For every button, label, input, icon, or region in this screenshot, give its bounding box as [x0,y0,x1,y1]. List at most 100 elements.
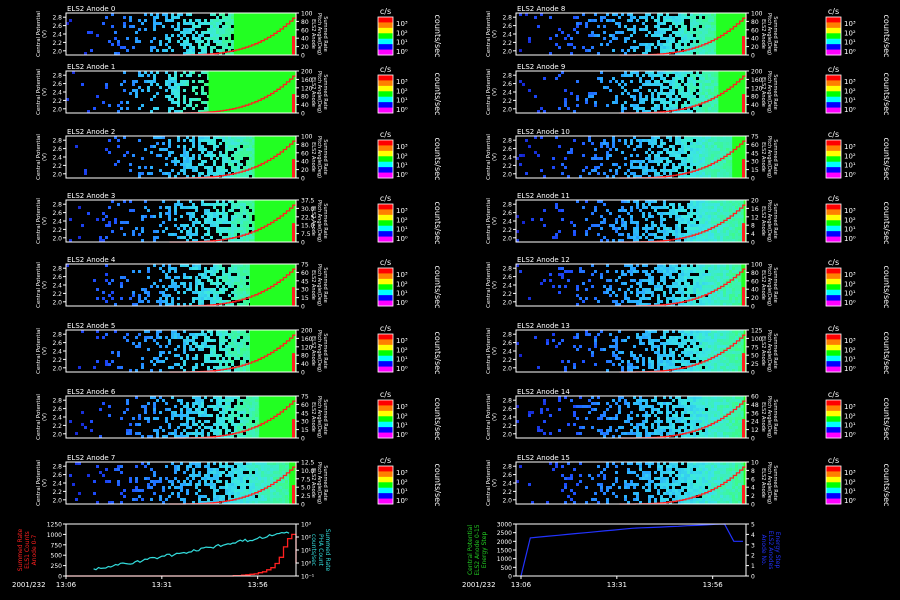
heatmap-cell [156,399,159,402]
heatmap-cell [738,345,741,348]
heatmap-cell [228,402,231,405]
heatmap-cell [612,101,615,104]
heatmap-cell [732,300,735,303]
heatmap-cell [735,297,738,300]
heatmap-cell [699,98,702,101]
heatmap-cell [159,291,162,294]
heatmap-cell [672,206,675,209]
heatmap-cell [705,77,708,80]
heatmap-cell [189,31,192,34]
heatmap-cell [216,157,219,160]
heatmap-cell [684,279,687,282]
heatmap-cell [228,414,231,417]
colorbar-9 [825,74,842,114]
heatmap-cell [198,345,201,348]
heatmap-cell [138,139,141,142]
heatmap-cell [594,104,597,107]
heatmap-cell [207,230,210,233]
heatmap-cell [216,221,219,224]
heatmap-cell [687,80,690,83]
heatmap-cell [126,37,129,40]
heatmap-cell [738,351,741,354]
heatmap-cell [618,16,621,19]
heatmap-cell [693,98,696,101]
colorbar-12 [825,267,842,307]
heatmap-cell [255,420,258,423]
heatmap-cell [561,218,564,221]
heatmap-cell [669,25,672,28]
heatmap-cell [159,360,162,363]
heatmap-cell [726,288,729,291]
heatmap-cell [552,166,555,169]
heatmap-cell [648,154,651,157]
heatmap-cell [648,282,651,285]
heatmap-cell [642,28,645,31]
heatmap-cell [684,43,687,46]
heatmap-cell [651,366,654,369]
heatmap-cell [171,282,174,285]
heatmap-cell [153,28,156,31]
heatmap-cell [231,28,234,31]
heatmap-cell [699,154,702,157]
heatmap-cell [684,215,687,218]
heatmap-cell [711,142,714,145]
heatmap-cell [690,160,693,163]
heatmap-cell [675,279,678,282]
heatmap-cell [657,270,660,273]
colorbar-unit: c/s [380,324,391,333]
heatmap-cell [699,342,702,345]
heatmap-cell [102,101,105,104]
heatmap-cell [699,288,702,291]
heatmap-cell [222,34,225,37]
heatmap-cell [243,145,246,148]
heatmap-cell [684,297,687,300]
heatmap-cell [210,236,213,239]
heatmap-cell [573,16,576,19]
heatmap-cell [702,218,705,221]
heatmap-cell [699,151,702,154]
heatmap-cell [684,142,687,145]
heatmap-cell [618,166,621,169]
heatmap-cell [174,16,177,19]
heatmap-cell [684,282,687,285]
heatmap-cell [660,360,663,363]
heatmap-cell [147,89,150,92]
heatmap-cell [225,25,228,28]
heatmap-cell [222,399,225,402]
heatmap-cell [177,203,180,206]
heatmap-cell [678,151,681,154]
heatmap-cell [732,363,735,366]
heatmap-cell [732,270,735,273]
heatmap-cell [591,169,594,172]
heatmap-cell [570,43,573,46]
heatmap-cell [633,354,636,357]
heatmap-cell [183,19,186,22]
heatmap-cell [573,363,576,366]
heatmap-cell [657,92,660,95]
colorbar-tick: 10³ [396,207,408,215]
heatmap-cell [702,345,705,348]
heatmap-cell [630,46,633,49]
right-tick-label: 200 [301,69,313,76]
heatmap-cell [615,357,618,360]
y-tick-label: 2.6 [52,274,62,281]
heatmap-cell [666,206,669,209]
heatmap-cell [216,420,219,423]
heatmap-cell [246,224,249,227]
heatmap-cell [186,163,189,166]
heatmap-cell [702,224,705,227]
heatmap-cell [654,285,657,288]
heatmap-cell [222,273,225,276]
heatmap-cell [726,166,729,169]
heatmap-cell [702,206,705,209]
heatmap-cell [243,402,246,405]
heatmap-cell [174,163,177,166]
heatmap-cell [720,294,723,297]
heatmap-cell [654,46,657,49]
heatmap-cell [585,288,588,291]
heatmap-cell [132,417,135,420]
heatmap-cell [702,282,705,285]
heatmap-cell [672,366,675,369]
heatmap-cell [252,423,255,426]
heatmap-cell [204,333,207,336]
